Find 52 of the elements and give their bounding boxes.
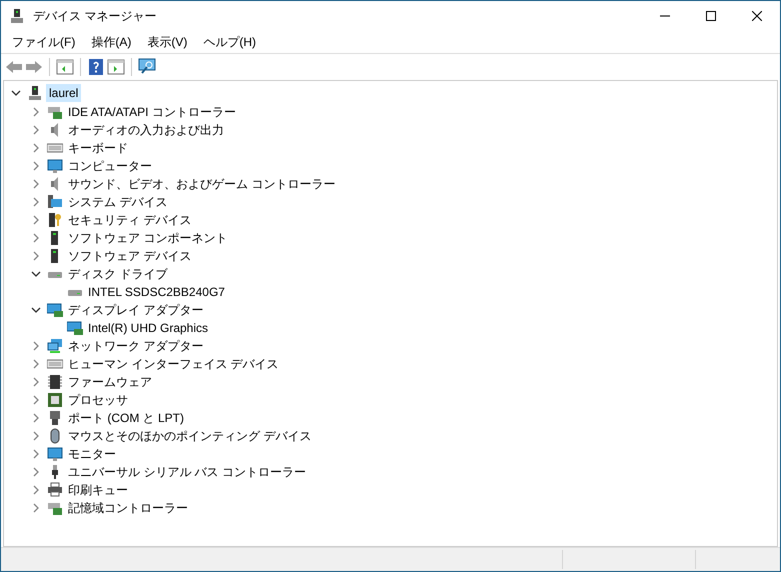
- tree-item[interactable]: ファームウェア: [66, 373, 154, 391]
- tree-item[interactable]: マウスとそのほかのポインティング デバイス: [66, 427, 314, 445]
- tree-item[interactable]: キーボード: [66, 139, 130, 157]
- monitor-icon: [47, 446, 63, 462]
- tree-item[interactable]: ソフトウェア コンポーネント: [66, 229, 230, 247]
- display-adapter-icon: [67, 320, 83, 336]
- tree-item[interactable]: コンピューター: [66, 157, 154, 175]
- menu-item[interactable]: ヘルプ(H): [195, 31, 264, 53]
- tree-item[interactable]: モニター: [66, 445, 118, 463]
- menu-item[interactable]: 表示(V): [139, 31, 196, 53]
- tree-item[interactable]: INTEL SSDSC2BB240G7: [86, 283, 227, 301]
- console-tree-icon[interactable]: [56, 58, 74, 76]
- app-icon: [9, 8, 25, 24]
- controller-card-icon: [47, 104, 63, 120]
- tree-item[interactable]: ヒューマン インターフェイス デバイス: [66, 355, 281, 373]
- display-adapter-icon: [47, 302, 63, 318]
- tree-item[interactable]: プロセッサ: [66, 391, 130, 409]
- action-pane-icon[interactable]: [107, 58, 125, 76]
- tree-item[interactable]: ディスプレイ アダプター: [66, 301, 206, 319]
- tree-item[interactable]: ディスク ドライブ: [66, 265, 170, 283]
- scan-monitor-icon[interactable]: [138, 58, 158, 76]
- close-icon: [752, 11, 762, 21]
- forward-arrow-icon[interactable]: [25, 58, 43, 76]
- window-title: デバイス マネージャー: [33, 8, 156, 25]
- computer-icon: [27, 85, 43, 101]
- tree-item[interactable]: ユニバーサル シリアル バス コントローラー: [66, 463, 308, 481]
- tree-item[interactable]: IDE ATA/ATAPI コントローラー: [66, 103, 238, 121]
- system-icon: [47, 194, 63, 210]
- maximize-icon: [706, 11, 716, 21]
- tree-item[interactable]: 記憶域コントローラー: [66, 499, 190, 517]
- tree-item[interactable]: ネットワーク アダプター: [66, 337, 206, 355]
- controller-card-icon: [47, 500, 63, 516]
- tree-item[interactable]: 印刷キュー: [66, 481, 130, 499]
- port-icon: [47, 410, 63, 426]
- processor-icon: [47, 392, 63, 408]
- network-icon: [47, 338, 63, 354]
- tree-item[interactable]: laurel: [46, 84, 82, 102]
- tree-item[interactable]: ソフトウェア デバイス: [66, 247, 194, 265]
- menu-item[interactable]: ファイル(F): [4, 31, 84, 53]
- tree-item[interactable]: ポート (COM と LPT): [66, 409, 186, 427]
- back-arrow-icon[interactable]: [5, 58, 23, 76]
- tree-item[interactable]: オーディオの入力および出力: [66, 121, 226, 139]
- key-icon: [47, 212, 63, 228]
- tree-item[interactable]: システム デバイス: [66, 193, 170, 211]
- printer-icon: [47, 482, 63, 498]
- menu-item[interactable]: 操作(A): [83, 31, 140, 53]
- tree-item[interactable]: Intel(R) UHD Graphics: [86, 319, 210, 337]
- monitor-icon: [47, 158, 63, 174]
- tree-item[interactable]: セキュリティ デバイス: [66, 211, 194, 229]
- chip-icon: [47, 374, 63, 390]
- tree-item[interactable]: サウンド、ビデオ、およびゲーム コントローラー: [66, 175, 338, 193]
- help-icon[interactable]: [87, 58, 105, 76]
